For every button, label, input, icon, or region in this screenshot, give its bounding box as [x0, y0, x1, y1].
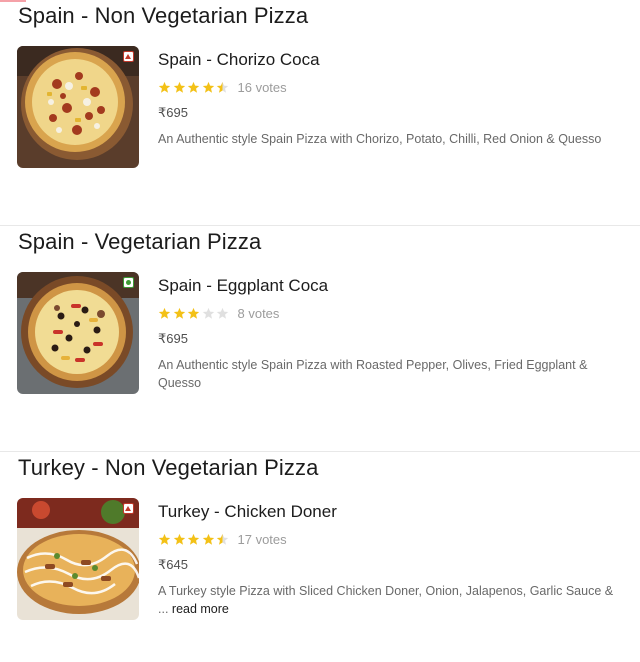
dish-description: An Authentic style Spain Pizza with Roas…	[158, 356, 626, 392]
dish-card: Turkey - Chicken Doner 17 votes ₹645 A T…	[17, 498, 627, 623]
dish-image[interactable]	[17, 46, 139, 168]
non-veg-icon	[123, 503, 134, 514]
votes-count: 17 votes	[237, 531, 287, 547]
dish-card: Spain - Eggplant Coca 8 votes ₹695 An Au…	[17, 272, 627, 397]
dish-name: Spain - Chorizo Coca	[158, 50, 320, 69]
dish-description: An Authentic style Spain Pizza with Chor…	[158, 130, 626, 148]
read-more-link[interactable]: read more	[172, 602, 229, 616]
star-filled-icon[interactable]	[187, 533, 200, 546]
dish-name: Turkey - Chicken Doner	[158, 502, 337, 521]
section-title: Spain - Vegetarian Pizza	[18, 229, 262, 254]
veg-icon	[123, 277, 134, 288]
dish-price: ₹695	[158, 105, 188, 120]
star-filled-icon[interactable]	[202, 533, 215, 546]
star-filled-icon[interactable]	[173, 533, 186, 546]
star-rating	[158, 81, 231, 94]
dish-card: Spain - Chorizo Coca 16 votes ₹695 An Au…	[17, 46, 627, 171]
star-empty-icon[interactable]	[202, 307, 215, 320]
star-filled-icon[interactable]	[158, 307, 171, 320]
star-filled-icon[interactable]	[187, 307, 200, 320]
description-text: An Authentic style Spain Pizza with Roas…	[158, 358, 588, 390]
dish-description: A Turkey style Pizza with Sliced Chicken…	[158, 582, 626, 618]
star-half-icon[interactable]	[216, 81, 229, 94]
star-filled-icon[interactable]	[187, 81, 200, 94]
menu-list: Spain - Non Vegetarian Pizza Spain - Cho…	[0, 0, 640, 662]
votes-count: 8 votes	[237, 305, 280, 321]
menu-section: Turkey - Non Vegetarian Pizza Turkey - C…	[0, 452, 640, 662]
section-title: Spain - Non Vegetarian Pizza	[18, 3, 309, 28]
star-rating	[158, 533, 231, 546]
description-text: An Authentic style Spain Pizza with Chor…	[158, 132, 602, 146]
star-filled-icon[interactable]	[173, 307, 186, 320]
rating-row: 16 votes	[158, 79, 287, 95]
dish-price: ₹695	[158, 331, 188, 346]
dish-name: Spain - Eggplant Coca	[158, 276, 329, 295]
star-rating	[158, 307, 231, 320]
non-veg-icon	[123, 51, 134, 62]
star-filled-icon[interactable]	[158, 81, 171, 94]
star-filled-icon[interactable]	[158, 533, 171, 546]
rating-row: 8 votes	[158, 305, 279, 321]
votes-count: 16 votes	[237, 79, 287, 95]
dish-image[interactable]	[17, 498, 139, 620]
rating-row: 17 votes	[158, 531, 287, 547]
star-filled-icon[interactable]	[202, 81, 215, 94]
star-filled-icon[interactable]	[173, 81, 186, 94]
section-title: Turkey - Non Vegetarian Pizza	[18, 455, 319, 480]
menu-section: Spain - Non Vegetarian Pizza Spain - Cho…	[0, 0, 640, 226]
star-empty-icon[interactable]	[216, 307, 229, 320]
dish-image[interactable]	[17, 272, 139, 394]
dish-price: ₹645	[158, 557, 188, 572]
menu-section: Spain - Vegetarian Pizza Spain - Eggplan…	[0, 226, 640, 452]
star-half-icon[interactable]	[216, 533, 229, 546]
